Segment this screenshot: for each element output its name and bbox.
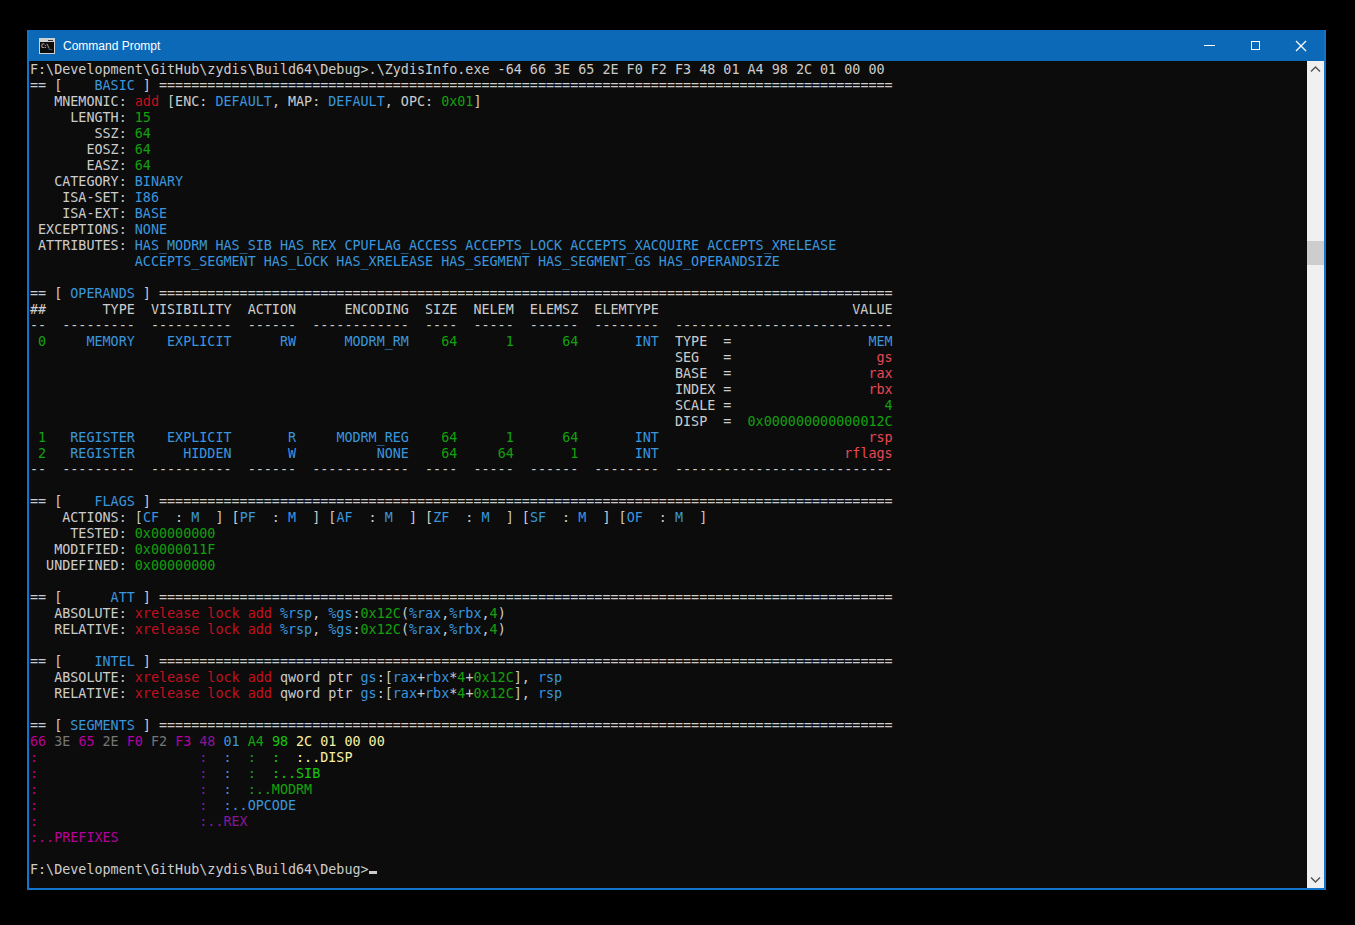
scroll-down-icon	[1310, 876, 1321, 883]
maximize-icon	[1251, 41, 1260, 50]
console-line: SSZ: 64	[30, 126, 1307, 142]
console-line: SEG = gs	[30, 350, 1307, 366]
console-line: == [ SEGMENTS ] ========================…	[30, 718, 1307, 734]
console-line: RELATIVE: xrelease lock add %rsp, %gs:0x…	[30, 622, 1307, 638]
console-line: == [ FLAGS ] ===========================…	[30, 494, 1307, 510]
title-bar[interactable]: C:\_ Command Prompt	[29, 30, 1324, 61]
console-line: :..PREFIXES	[30, 830, 1307, 846]
console-line: 1 REGISTER EXPLICIT R MODRM_REG 64 1 64 …	[30, 430, 1307, 446]
console-line	[30, 702, 1307, 718]
console-line: ISA-SET: I86	[30, 190, 1307, 206]
console-line: MNEMONIC: add [ENC: DEFAULT, MAP: DEFAUL…	[30, 94, 1307, 110]
console-line	[30, 638, 1307, 654]
console-line: MODIFIED: 0x0000011F	[30, 542, 1307, 558]
minimize-icon	[1204, 45, 1215, 46]
window-controls	[1186, 30, 1324, 61]
console-line: ISA-EXT: BASE	[30, 206, 1307, 222]
minimize-button[interactable]	[1186, 30, 1232, 61]
scrollbar-thumb[interactable]	[1307, 241, 1324, 265]
close-button[interactable]	[1278, 30, 1324, 61]
console-line: ABSOLUTE: xrelease lock add qword ptr gs…	[30, 670, 1307, 686]
console-line: == [ BASIC ] ===========================…	[30, 78, 1307, 94]
cmd-icon: C:\_	[39, 38, 55, 54]
text-cursor	[369, 871, 377, 874]
console-line: EASZ: 64	[30, 158, 1307, 174]
console-line: DISP = 0x000000000000012C	[30, 414, 1307, 430]
console-line: : : :..OPCODE	[30, 798, 1307, 814]
console-line: F:\Development\GitHub\zydis\Build64\Debu…	[30, 62, 1307, 78]
console-line	[30, 478, 1307, 494]
console-line	[30, 574, 1307, 590]
console-line: 2 REGISTER HIDDEN W NONE 64 64 1 INT rfl…	[30, 446, 1307, 462]
console-line: -- --------- ---------- ------ ---------…	[30, 318, 1307, 334]
console-line: : :..REX	[30, 814, 1307, 830]
console-line: RELATIVE: xrelease lock add qword ptr gs…	[30, 686, 1307, 702]
console-line: UNDEFINED: 0x00000000	[30, 558, 1307, 574]
console-line: CATEGORY: BINARY	[30, 174, 1307, 190]
console-line: == [ ATT ] =============================…	[30, 590, 1307, 606]
console-line: F:\Development\GitHub\zydis\Build64\Debu…	[30, 862, 1307, 878]
console-line: EXCEPTIONS: NONE	[30, 222, 1307, 238]
command-prompt-window: C:\_ Command Prompt F:\Development\GitHu…	[27, 30, 1326, 890]
console-line: : : : :..MODRM	[30, 782, 1307, 798]
cmd-icon-prompt-text: C:\_	[41, 43, 51, 49]
console-line: EOSZ: 64	[30, 142, 1307, 158]
console-line: ACTIONS: [CF : M ] [PF : M ] [AF : M ] […	[30, 510, 1307, 526]
console-line: 66 3E 65 2E F0 F2 F3 48 01 A4 98 2C 01 0…	[30, 734, 1307, 750]
console-line: 0 MEMORY EXPLICIT RW MODRM_RM 64 1 64 IN…	[30, 334, 1307, 350]
maximize-button[interactable]	[1232, 30, 1278, 61]
console-line: -- --------- ---------- ------ ---------…	[30, 462, 1307, 478]
window-title: Command Prompt	[63, 39, 1186, 53]
console-output[interactable]: F:\Development\GitHub\zydis\Build64\Debu…	[29, 61, 1307, 888]
console-line	[30, 846, 1307, 862]
console-line: INDEX = rbx	[30, 382, 1307, 398]
scroll-down-button[interactable]	[1307, 871, 1324, 888]
console-line: TESTED: 0x00000000	[30, 526, 1307, 542]
console-line: SCALE = 4	[30, 398, 1307, 414]
console-line: ACCEPTS_SEGMENT HAS_LOCK HAS_XRELEASE HA…	[30, 254, 1307, 270]
scrollbar[interactable]	[1307, 61, 1324, 888]
console-line: LENGTH: 15	[30, 110, 1307, 126]
console-line	[30, 270, 1307, 286]
console-line: : : : : : :..DISP	[30, 750, 1307, 766]
scroll-up-button[interactable]	[1307, 61, 1324, 78]
scroll-up-icon	[1310, 66, 1321, 73]
console-line: ## TYPE VISIBILITY ACTION ENCODING SIZE …	[30, 302, 1307, 318]
console-line: == [ OPERANDS ] ========================…	[30, 286, 1307, 302]
console-line: ATTRIBUTES: HAS_MODRM HAS_SIB HAS_REX CP…	[30, 238, 1307, 254]
console-line: == [ INTEL ] ===========================…	[30, 654, 1307, 670]
console-line: ABSOLUTE: xrelease lock add %rsp, %gs:0x…	[30, 606, 1307, 622]
close-icon	[1295, 40, 1307, 52]
console-line: : : : : :..SIB	[30, 766, 1307, 782]
console-line: BASE = rax	[30, 366, 1307, 382]
